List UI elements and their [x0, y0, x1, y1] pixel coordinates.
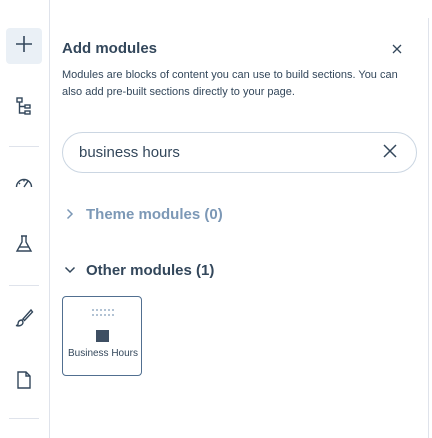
- other-modules-toggle[interactable]: Other modules (1): [64, 260, 214, 280]
- module-search-box[interactable]: [62, 132, 417, 173]
- add-icon: [14, 34, 34, 59]
- close-icon: [392, 41, 402, 59]
- module-search-input[interactable]: [79, 137, 369, 168]
- rail-divider: [9, 418, 39, 419]
- app-window: Add modules Modules are blocks of conten…: [0, 0, 432, 438]
- test-button[interactable]: [6, 228, 42, 264]
- design-button[interactable]: [6, 302, 42, 338]
- sidebar-rail: [0, 0, 50, 438]
- right-scroll-edge: [428, 18, 432, 438]
- panel-description: Modules are blocks of content you can us…: [62, 69, 398, 98]
- optimize-button[interactable]: [6, 166, 42, 202]
- close-panel-button[interactable]: [387, 40, 407, 60]
- drag-handle-icon: [91, 305, 115, 316]
- chevron-down-icon: [64, 264, 76, 276]
- module-label: Business Hours: [67, 348, 139, 359]
- document-icon: [14, 370, 34, 395]
- flask-icon: [14, 234, 34, 259]
- add-modules-panel: Add modules Modules are blocks of conten…: [51, 0, 428, 438]
- panel-title: Add modules: [62, 40, 158, 57]
- close-icon: [383, 143, 397, 163]
- other-modules-label: Other modules (1): [86, 261, 215, 279]
- rail-divider: [9, 285, 39, 286]
- layers-button[interactable]: [6, 90, 42, 126]
- speedometer-icon: [14, 172, 34, 197]
- clear-search-button[interactable]: [380, 143, 400, 163]
- add-modules-button[interactable]: [6, 28, 42, 64]
- theme-modules-toggle[interactable]: Theme modules (0): [64, 204, 223, 224]
- rail-divider: [9, 146, 39, 147]
- page-settings-button[interactable]: [6, 364, 42, 400]
- paintbrush-icon: [14, 308, 34, 333]
- square-icon: [96, 330, 109, 342]
- module-card-business-hours[interactable]: Business Hours: [62, 296, 142, 376]
- layers-tree-icon: [14, 96, 34, 121]
- chevron-right-icon: [64, 208, 76, 220]
- theme-modules-label: Theme modules (0): [86, 205, 223, 223]
